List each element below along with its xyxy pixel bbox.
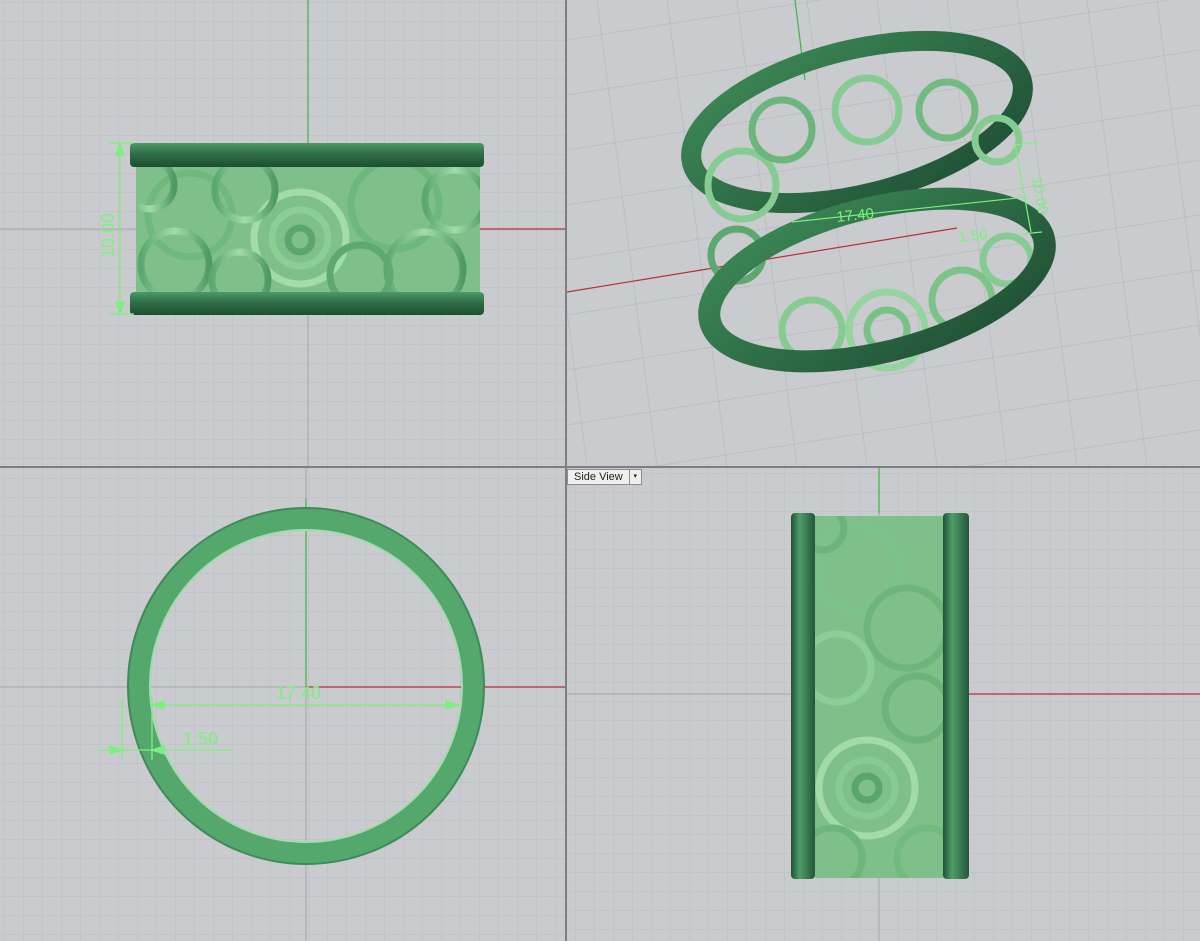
viewport-top[interactable]: 17.40 1.50 — [0, 468, 565, 941]
diameter-dim-label: 17.40 — [276, 683, 321, 703]
horizontal-divider[interactable] — [0, 466, 1200, 468]
side-view-label[interactable]: Side View ▾ — [567, 469, 642, 485]
viewport-perspective[interactable]: 17.40 1.50 10.00 — [567, 0, 1200, 466]
left-rim — [791, 513, 815, 879]
perspective-canvas[interactable]: 17.40 1.50 10.00 — [567, 0, 1200, 466]
height-dim-label: 10.00 — [98, 213, 118, 258]
top-view-canvas[interactable]: 17.40 1.50 — [0, 468, 565, 941]
viewport-side[interactable] — [567, 468, 1200, 941]
upper-rim — [130, 143, 484, 167]
lower-rim — [130, 292, 484, 315]
chevron-down-icon[interactable]: ▾ — [628, 470, 641, 484]
width-dim-label: 1.50 — [958, 226, 989, 246]
front-view-canvas[interactable]: 10.00 — [0, 0, 565, 466]
side-view-title[interactable]: Side View — [568, 470, 629, 484]
side-view-canvas[interactable] — [567, 468, 1200, 941]
width-dim-label: 1.50 — [183, 729, 218, 749]
right-rim — [943, 513, 969, 879]
viewport-front[interactable]: 10.00 — [0, 0, 565, 466]
